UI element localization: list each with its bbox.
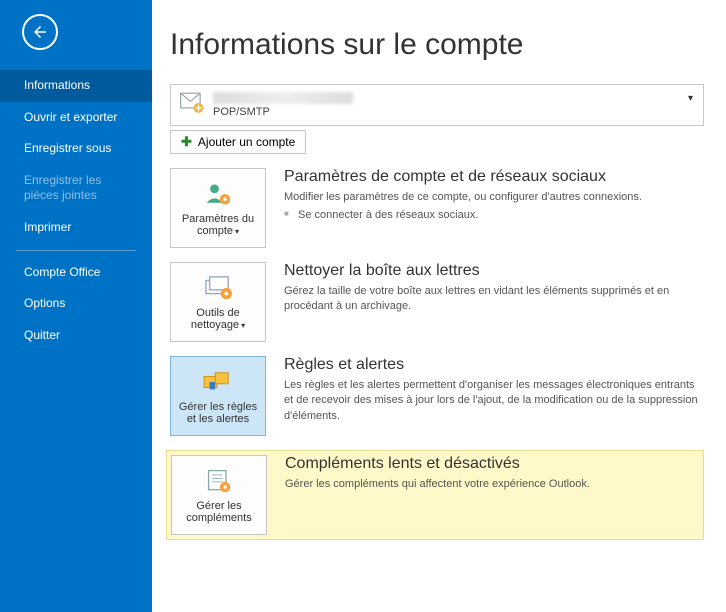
tile-manage-addins[interactable]: Gérer les compléments	[171, 455, 267, 535]
nav-save-as[interactable]: Enregistrer sous	[0, 133, 152, 165]
tile-account-settings[interactable]: Paramètres du compte▾	[170, 168, 266, 248]
addins-icon	[205, 466, 233, 496]
nav-informations[interactable]: Informations	[0, 70, 152, 102]
section-heading: Paramètres de compte et de réseaux socia…	[284, 168, 704, 186]
section-heading: Nettoyer la boîte aux lettres	[284, 262, 704, 280]
section-heading: Règles et alertes	[284, 356, 704, 374]
section-cleanup: Outils de nettoyage▾ Nettoyer la boîte a…	[170, 262, 704, 342]
section-heading: Compléments lents et désactivés	[285, 455, 699, 473]
account-icon	[179, 90, 205, 121]
section-desc: Gérer les compléments qui affectent votr…	[285, 477, 699, 492]
chevron-down-icon: ▾	[688, 93, 693, 104]
section-desc: Les règles et les alertes permettent d'o…	[284, 378, 704, 424]
account-email-obscured	[213, 92, 353, 104]
nav-quit[interactable]: Quitter	[0, 320, 152, 352]
plus-icon: ✚	[181, 134, 192, 150]
section-desc: Modifier les paramètres de ce compte, ou…	[284, 190, 704, 205]
nav-separator	[16, 250, 136, 251]
section-rules: Gérer les règles et les alertes Règles e…	[170, 356, 704, 436]
cleanup-icon	[203, 273, 233, 303]
arrow-left-icon	[31, 23, 49, 41]
rules-icon	[202, 367, 234, 397]
nav-office-account[interactable]: Compte Office	[0, 257, 152, 289]
account-selector[interactable]: POP/SMTP ▾	[170, 84, 704, 126]
section-desc: Gérez la taille de votre boîte aux lettr…	[284, 284, 704, 315]
nav-print[interactable]: Imprimer	[0, 212, 152, 244]
section-addins: Gérer les compléments Compléments lents …	[166, 450, 704, 540]
nav-open-export[interactable]: Ouvrir et exporter	[0, 102, 152, 134]
nav-options[interactable]: Options	[0, 288, 152, 320]
account-protocol: POP/SMTP	[213, 106, 353, 118]
page-title: Informations sur le compte	[170, 28, 704, 62]
main-panel: Informations sur le compte POP/SMTP ▾ ✚ …	[152, 0, 726, 612]
section-account-settings: Paramètres du compte▾ Paramètres de comp…	[170, 168, 704, 248]
add-account-button[interactable]: ✚ Ajouter un compte	[170, 130, 306, 154]
back-button[interactable]	[22, 14, 58, 50]
social-connect-link[interactable]: Se connecter à des réseaux sociaux.	[284, 209, 704, 221]
user-gear-icon	[203, 179, 233, 209]
tile-rules-alerts[interactable]: Gérer les règles et les alertes	[170, 356, 266, 436]
backstage-sidebar: Informations Ouvrir et exporter Enregist…	[0, 0, 152, 612]
tile-cleanup-tools[interactable]: Outils de nettoyage▾	[170, 262, 266, 342]
nav-save-attachments: Enregistrer les pièces jointes	[0, 165, 152, 212]
